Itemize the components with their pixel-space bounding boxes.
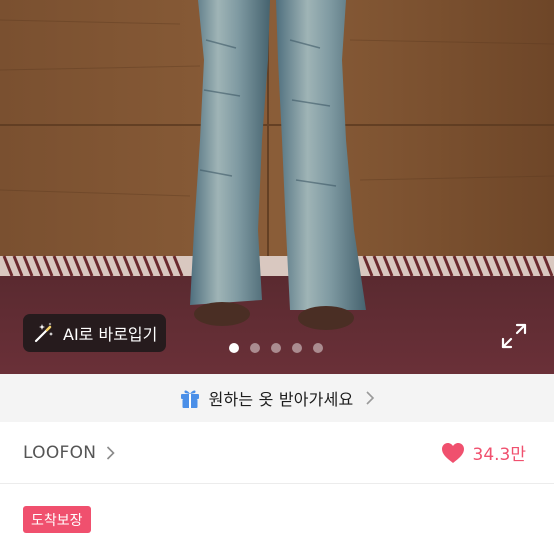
arrival-guarantee-badge: 도착보장 xyxy=(23,506,91,533)
chevron-right-icon xyxy=(366,391,375,405)
ai-try-on-button[interactable]: AI로 바로입기 xyxy=(23,314,166,352)
pagination-dot[interactable] xyxy=(313,343,323,353)
like-button[interactable]: 34.3만 xyxy=(441,440,527,465)
pagination-dot[interactable] xyxy=(292,343,302,353)
magic-wand-icon xyxy=(34,322,53,343)
heart-icon xyxy=(441,442,464,463)
expand-icon[interactable] xyxy=(501,323,527,349)
gift-banner-text: 원하는 옷 받아가세요 xyxy=(208,390,354,409)
pagination-dot[interactable] xyxy=(250,343,260,353)
chevron-right-icon xyxy=(107,445,115,460)
gift-icon xyxy=(180,390,199,408)
brand-name: LOOFON xyxy=(23,442,97,463)
ai-try-on-label: AI로 바로입기 xyxy=(63,325,158,344)
brand-row: LOOFON 34.3만 xyxy=(0,422,554,484)
product-image[interactable]: AI로 바로입기 xyxy=(0,0,554,374)
like-count: 34.3만 xyxy=(472,445,527,465)
gift-banner[interactable]: 원하는 옷 받아가세요 xyxy=(0,374,554,422)
brand-link[interactable]: LOOFON xyxy=(23,443,115,463)
pagination-dot[interactable] xyxy=(271,343,281,353)
image-pagination xyxy=(229,343,323,353)
pagination-dot[interactable] xyxy=(229,343,239,353)
